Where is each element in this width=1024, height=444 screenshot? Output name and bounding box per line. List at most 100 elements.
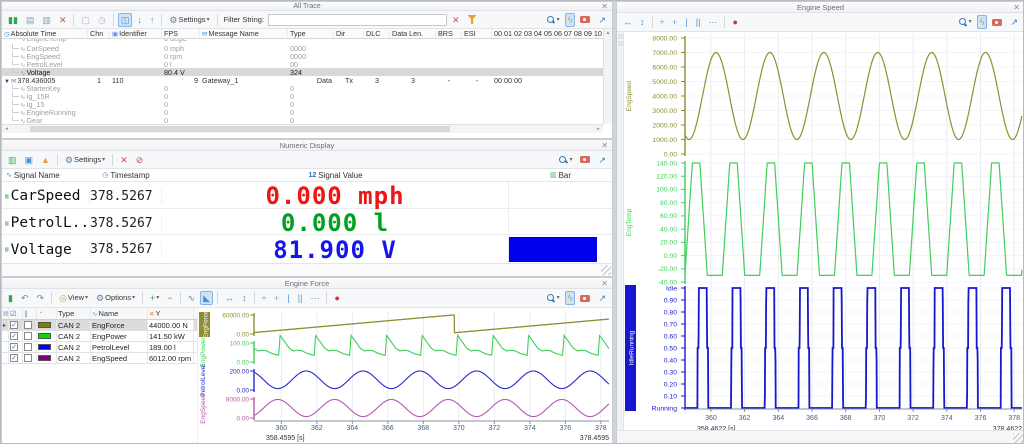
center-v-button[interactable]: ÷ [271,291,282,305]
legend-row[interactable]: ✓CAN 2EngPower141.50 kW [2,331,197,342]
scroll-right-arrow-icon[interactable]: ▸ [594,125,603,133]
filter-funnel-button[interactable] [465,13,480,26]
svg-text:0.50: 0.50 [664,345,677,352]
speed-left-scroll-strip[interactable] [617,32,624,430]
export-button[interactable]: ↗ [595,153,609,167]
doc-copy-button[interactable]: ▤ [23,13,38,27]
secondary-checkbox[interactable] [24,321,32,329]
toolbar-separator [57,154,58,166]
options-button[interactable]: ⚙Options▾ [93,291,138,305]
center-h-button[interactable]: ÷ [259,291,270,305]
snapshot-button[interactable] [989,17,1005,28]
live-update-button[interactable]: ϟ [977,15,988,29]
search-button[interactable]: ▾ [555,153,575,167]
redo-button[interactable]: ↷ [34,291,48,305]
fit-height-button[interactable]: ↕ [239,291,250,305]
close-icon[interactable]: ✕ [601,140,608,151]
legend-row[interactable]: ✓CAN 2PetrolLevel189.00 l [2,342,197,353]
scroll-left-arrow-icon[interactable]: ◂ [2,125,11,133]
pause-button[interactable]: ▮▮ [5,13,21,27]
visible-checkbox[interactable]: ✓ [10,354,18,362]
live-update-button[interactable]: ϟ [565,291,576,305]
measure-button[interactable]: ▮ [5,291,16,305]
scroll-up-arrow-icon[interactable]: ▲ [604,29,612,38]
center-h-button[interactable]: ÷ [657,15,668,29]
undo-button[interactable]: ↶ [18,291,32,305]
svg-text:6000.00: 6000.00 [652,64,677,71]
snapshot-icon [580,16,590,23]
close-icon[interactable]: ✕ [601,2,608,11]
more-button[interactable]: ⋯ [705,15,720,29]
search-button[interactable]: ▾ [955,15,975,29]
visible-checkbox[interactable]: ✓ [10,343,18,351]
series-type: CAN 2 [57,320,91,330]
fit-width-button[interactable]: ↔ [620,15,635,29]
scroll-thumb[interactable] [30,126,450,132]
series-color-swatch [38,333,51,339]
time-mode-button[interactable]: ◷ [95,13,109,27]
visible-checkbox[interactable]: ✓ [10,321,18,329]
search-button[interactable]: ▾ [543,13,563,27]
cursor-button[interactable]: | [284,291,292,305]
trace-vertical-scrollbar[interactable]: ▲ [603,29,612,124]
line-mode-button[interactable]: ∿ [185,291,199,305]
snapshot-button[interactable] [577,293,593,304]
export-button[interactable]: ↗ [1007,15,1021,29]
legend-row[interactable]: ✓CAN 2EngSpeed6012.00 rpm [2,353,197,364]
cursor-button[interactable]: | [682,15,690,29]
engine-speed-plot[interactable]: 8000.007000.006000.005000.004000.003000.… [617,32,1024,432]
stop-button[interactable]: ⊘ [133,153,147,167]
numeric-row[interactable]: ▥Voltage378.526781.900 V [2,235,612,265]
secondary-checkbox[interactable] [24,332,32,340]
view-button[interactable]: ◎View▾ [56,291,91,305]
filter-input[interactable] [268,14,447,26]
filter-clear-button[interactable]: ✕ [449,13,463,27]
delete-button[interactable]: ✕ [117,153,131,167]
doc-new-button[interactable]: ▥ [39,13,54,27]
fit-height-button[interactable]: ↕ [637,15,648,29]
settings-button[interactable]: ⚙Settings▾ [62,153,108,167]
marker-button[interactable]: ● [729,15,740,29]
marker-button[interactable]: ● [331,291,342,305]
search-button[interactable]: ▾ [543,291,563,305]
scatter-view-button[interactable]: ▲ [38,153,53,167]
snapshot-button[interactable] [577,154,593,165]
live-update-button[interactable]: ϟ [565,13,576,27]
scroll-up-button[interactable]: ↑ [147,13,158,27]
fit-width-button[interactable]: ↔ [222,291,237,305]
export-button[interactable]: ↗ [595,291,609,305]
scroll-down-button[interactable]: ↓ [134,13,145,27]
more-button[interactable]: ⋯ [307,291,322,305]
settings-button[interactable]: ⚙Settings▾ [166,13,212,27]
add-signal-button[interactable]: +▾ [147,291,162,305]
engine-force-plot[interactable]: 60000.000.00EngForce100.000.00EngPower20… [198,308,613,444]
remove-signal-button[interactable]: − [164,291,175,305]
trace-col-chn: Chn [88,29,110,38]
can-stat-button[interactable]: ▥ [5,153,20,167]
dual-cursor-button[interactable]: || [693,15,704,29]
legend-row[interactable]: ▸✓CAN 2EngForce44000.00 N [2,320,197,331]
export-button[interactable]: ↗ [595,13,609,27]
trace-horizontal-scrollbar[interactable]: ◂ ▸ [2,124,603,133]
visible-checkbox[interactable]: ✓ [10,332,18,340]
identifier-icon: ▣ [112,30,118,38]
svg-text:40.00: 40.00 [660,226,677,233]
secondary-checkbox[interactable] [24,343,32,351]
stacked-mode-button[interactable]: ◣ [200,291,213,305]
trace-row[interactable]: ∿Gear00 [2,116,612,124]
resize-grip[interactable] [1013,433,1023,443]
close-icon[interactable]: ✕ [601,278,608,289]
link-window-button[interactable]: ◫ [118,13,133,27]
dual-cursor-button[interactable]: || [295,291,306,305]
secondary-checkbox[interactable] [24,354,32,362]
bar-view-button[interactable]: ▣ [22,153,37,167]
resize-grip[interactable] [601,265,611,275]
snapshot-button[interactable] [577,14,593,25]
close-icon[interactable]: ✕ [1013,2,1020,13]
center-v-button[interactable]: ÷ [669,15,680,29]
fixed-window-button[interactable]: ▢ [78,13,93,27]
numeric-row[interactable]: ▥PetrolL...378.52670.000 l [2,209,612,235]
trace-titlebar: All Trace ✕ [2,2,612,11]
numeric-row[interactable]: ▥CarSpeed378.52670.000 mph [2,182,612,209]
clear-button[interactable]: ✕ [56,13,70,27]
